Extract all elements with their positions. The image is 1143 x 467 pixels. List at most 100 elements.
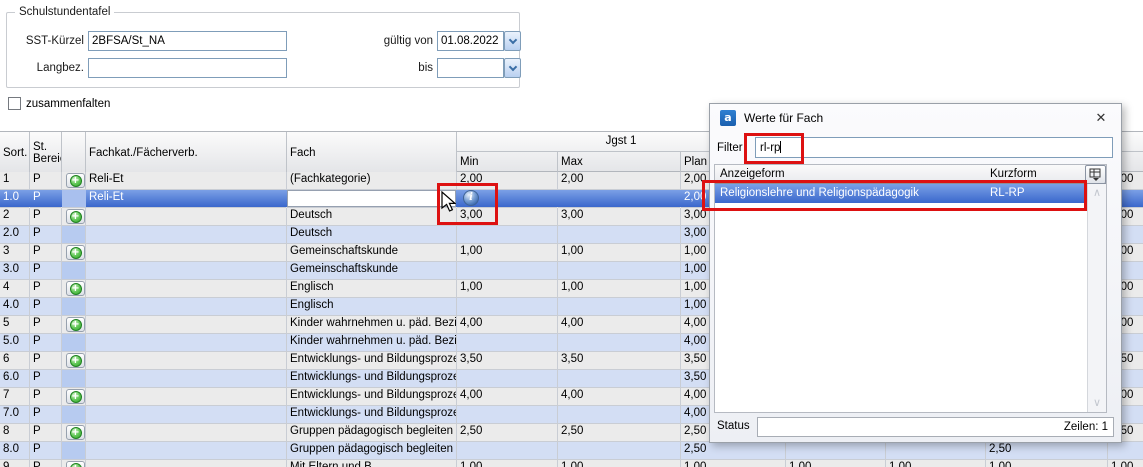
cell-min[interactable] [457,262,558,280]
cell-min[interactable] [457,406,558,424]
cell-min[interactable]: 2,50 [457,424,558,442]
cell-sort[interactable]: 2 [0,208,30,226]
cell-fach[interactable]: Entwicklungs- und Bildungsprozesse ... [287,370,457,388]
cell-plan2[interactable]: 1,00 [986,460,1108,467]
cell-bereich[interactable]: P [30,460,62,467]
cell-fachkat[interactable] [86,424,287,442]
header-jgst1-min[interactable]: Min [457,152,558,172]
cell-fach[interactable] [287,190,457,208]
filter-input[interactable]: rl-rp [755,137,1113,158]
cell-btn[interactable] [62,406,86,424]
cell-fachkat[interactable] [86,298,287,316]
cell-sort[interactable]: 8 [0,424,30,442]
cell-fach[interactable]: Gemeinschaftskunde [287,262,457,280]
cell-max[interactable] [558,406,681,424]
cell-sort[interactable]: 4 [0,280,30,298]
cell-fach[interactable]: Deutsch [287,226,457,244]
cell-max[interactable] [558,226,681,244]
cell-bereich[interactable]: P [30,244,62,262]
cell-fachkat[interactable]: Reli-Et [86,190,287,208]
sst-kuerzel-input[interactable] [88,31,287,51]
header-anzeigeform[interactable]: Anzeigeform [715,165,987,183]
cell-sort[interactable]: 2.0 [0,226,30,244]
add-button[interactable]: + [66,173,85,188]
cell-sort[interactable]: 8.0 [0,442,30,460]
add-button[interactable]: + [66,389,85,404]
cell-min[interactable] [457,370,558,388]
dialog-titlebar[interactable]: a Werte für Fach ✕ [710,104,1121,132]
cell-max[interactable]: 1,00 [558,244,681,262]
header-fach[interactable]: Fach [287,132,457,173]
cell-fach[interactable]: Gruppen pädagogisch begleiten [287,424,457,442]
cell-min[interactable] [457,334,558,352]
cell-plan2[interactable]: 2,50 [986,442,1108,460]
add-button[interactable]: + [66,245,85,260]
cell-sort[interactable]: 3.0 [0,262,30,280]
scroll-down-icon[interactable]: ∨ [1088,394,1106,412]
cell-btn[interactable]: + [62,388,86,406]
gueltig-von-input[interactable] [437,31,504,51]
cell-bereich[interactable]: P [30,172,62,190]
cell-bereich[interactable]: P [30,208,62,226]
cell-btn[interactable]: + [62,172,86,190]
cell-btn[interactable] [62,226,86,244]
header-sort[interactable]: Sort. [0,132,30,173]
scroll-up-icon[interactable]: ∧ [1088,184,1106,202]
cell-fachkat[interactable] [86,388,287,406]
cell-min2[interactable]: 1,00 [786,460,886,467]
cell-fachkat[interactable] [86,226,287,244]
cell-fachkat[interactable] [86,316,287,334]
cell-sort[interactable]: 1.0 [0,190,30,208]
collapse-checkbox[interactable] [8,97,21,110]
cell-max[interactable]: 2,00 [558,172,681,190]
cell-btn[interactable] [62,262,86,280]
cell-fachkat[interactable]: Reli-Et [86,172,287,190]
bis-dropdown-button[interactable] [504,58,521,78]
cell-fach[interactable]: Kinder wahrnehmen u. päd. Beziehun... [287,316,457,334]
cell-fach[interactable]: Entwicklungs- und Bildungsprozesse ... [287,352,457,370]
add-button[interactable]: + [66,425,85,440]
cell-max[interactable]: 2,50 [558,424,681,442]
cell-fach[interactable]: Entwicklungs- und Bildungsprozesse ... [287,388,457,406]
cell-bereich[interactable]: P [30,262,62,280]
cell-btn[interactable]: + [62,460,86,467]
list-scrollbar[interactable]: ∧ ∨ [1087,184,1106,412]
cell-fachkat[interactable] [86,244,287,262]
cell-max[interactable] [558,334,681,352]
cell-min[interactable] [457,442,558,460]
cell-bereich[interactable]: P [30,424,62,442]
header-fachkat[interactable]: Fachkat./Fächerverb. [86,132,287,173]
cell-fachkat[interactable] [86,208,287,226]
cell-min3[interactable] [1108,442,1143,460]
cell-bereich[interactable]: P [30,352,62,370]
cell-btn[interactable]: + [62,244,86,262]
cell-max[interactable]: 1,00 [558,460,681,467]
cell-min[interactable]: 4,00 [457,388,558,406]
cell-sort[interactable]: 5 [0,316,30,334]
cell-max[interactable] [558,190,681,208]
cell-fach[interactable]: Mit Eltern und B... [287,460,457,467]
cell-plan[interactable]: 1,00 [681,460,786,467]
cell-min[interactable]: 1,00 [457,460,558,467]
cell-bereich[interactable]: P [30,406,62,424]
bis-input[interactable] [437,58,504,78]
cell-sort[interactable]: 3 [0,244,30,262]
cell-sort[interactable]: 5.0 [0,334,30,352]
cell-fach[interactable]: Englisch [287,298,457,316]
cell-fach[interactable]: (Fachkategorie) [287,172,457,190]
add-button[interactable]: + [66,353,85,368]
cell-min3[interactable]: 1,00 [1108,460,1143,467]
cell-bereich[interactable]: P [30,190,62,208]
cell-bereich[interactable]: P [30,334,62,352]
cell-fachkat[interactable] [86,262,287,280]
table-row[interactable]: 9P+Mit Eltern und B...1,001,001,001,001,… [0,460,1143,467]
cell-fachkat[interactable] [86,460,287,467]
add-button[interactable]: + [66,209,85,224]
cell-fachkat[interactable] [86,280,287,298]
cell-min[interactable]: 3,00 [457,208,558,226]
cell-fachkat[interactable] [86,370,287,388]
cell-max2[interactable] [886,442,986,460]
column-chooser-button[interactable] [1085,165,1106,184]
cell-sort[interactable]: 7.0 [0,406,30,424]
cell-min[interactable]: 3,50 [457,352,558,370]
